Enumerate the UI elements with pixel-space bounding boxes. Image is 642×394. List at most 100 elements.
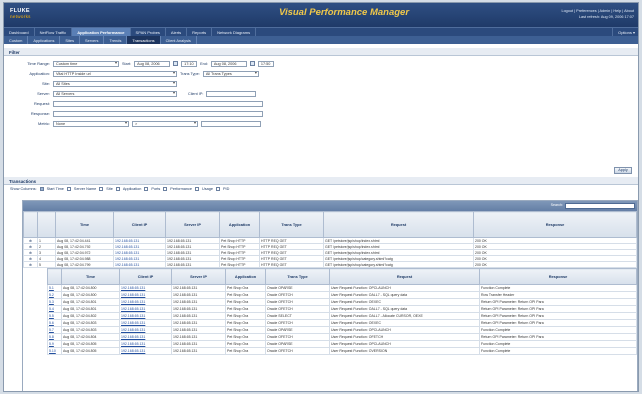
metric-operator-select[interactable]: >	[132, 120, 198, 127]
time-range-select[interactable]: Custom time	[53, 60, 119, 67]
col-checkbox-ports[interactable]	[144, 187, 149, 191]
nested-row-response: Function Complete	[479, 284, 637, 292]
header-time[interactable]: Time	[55, 211, 114, 238]
end-time-input[interactable]: 17:50	[257, 60, 274, 67]
nested-row-client-ip[interactable]: 192.168.65.131	[119, 312, 172, 320]
nested-row-time: Aug 08, 17:42:04.800	[61, 291, 120, 299]
nested-table-row[interactable]: 5.6 Aug 08, 17:42:04.803 192.168.65.131 192…	[47, 319, 637, 327]
client-ip-input[interactable]	[206, 90, 257, 97]
header-links[interactable]: Logout | Preferences | Admin | Help | Ab…	[561, 8, 634, 20]
start-date-input[interactable]: Aug 08, 2006	[134, 60, 171, 67]
col-checkbox-server-name[interactable]	[66, 187, 71, 191]
nested-row-response: Function Complete	[479, 326, 637, 334]
apply-button[interactable]: Apply	[614, 167, 632, 174]
application-label: Application:	[29, 71, 50, 76]
nested-header-application[interactable]: Application	[225, 268, 266, 285]
nested-row-application: Pet Shop Ora	[225, 291, 266, 299]
nested-header-server-ip[interactable]: Server IP	[171, 268, 226, 285]
nested-header-index	[47, 268, 62, 285]
nested-row-client-ip[interactable]: 192.168.65.131	[119, 305, 172, 313]
subtab-client-analysis[interactable]: Client Analysis	[161, 36, 197, 44]
nested-header-time[interactable]: Time	[61, 268, 120, 285]
nested-row-client-ip[interactable]: 192.168.65.131	[119, 333, 172, 341]
response-input[interactable]	[53, 110, 263, 117]
row-request: GET /petstore/jsp/shop/category.shtml?ca…	[323, 261, 474, 268]
nested-table-row[interactable]: 5.1 Aug 08, 17:42:04.800 192.168.65.131 192…	[47, 284, 637, 292]
nested-row-index[interactable]: 5.2	[47, 291, 62, 299]
subtab-custom[interactable]: Custom	[4, 36, 29, 44]
end-date-input[interactable]: Aug 08, 2006	[210, 60, 247, 67]
subtab-servers[interactable]: Servers	[80, 36, 105, 44]
nested-table-row[interactable]: 5.2 Aug 08, 17:42:04.800 192.168.65.131 192…	[47, 291, 637, 299]
nested-header-request[interactable]: Request	[329, 268, 480, 285]
nested-header-trans-type[interactable]: Trans Type	[265, 268, 330, 285]
subtab-transactions[interactable]: Transactions	[127, 36, 161, 44]
nested-row-client-ip[interactable]: 192.168.65.131	[119, 340, 172, 348]
nested-row-index[interactable]: 5.1	[47, 284, 62, 292]
col-checkbox-start-time[interactable]	[39, 187, 44, 191]
col-checkbox-site[interactable]	[99, 187, 104, 191]
subtab-sites[interactable]: Sites	[60, 36, 81, 44]
metric-row: Metric: None >	[10, 120, 261, 127]
header-client-ip[interactable]: Client IP	[113, 211, 166, 238]
header-response[interactable]: Response	[473, 211, 637, 238]
nested-row-index[interactable]: 5.7	[47, 326, 62, 334]
metric-value-input[interactable]	[201, 120, 261, 127]
end-calendar-icon[interactable]	[249, 61, 255, 66]
grid-search-label: Search:	[550, 203, 563, 207]
nested-header-response[interactable]: Response	[479, 268, 637, 285]
row-client-ip[interactable]: 192.168.65.131	[113, 261, 166, 268]
grid-toolbar: Search:	[23, 201, 637, 211]
nested-header-row: Time Client IP Server IP Application Tra…	[47, 268, 637, 285]
nested-row-response: Function Complete	[479, 340, 637, 348]
nested-row-client-ip[interactable]: 192.168.65.131	[119, 291, 172, 299]
start-time-input[interactable]: 17:10	[181, 60, 198, 67]
nested-row-index[interactable]: 5.6	[47, 319, 62, 327]
header-trans-type[interactable]: Trans Type	[259, 211, 324, 238]
nested-table-row[interactable]: 5.9 Aug 08, 17:42:04.805 192.168.65.131 192…	[47, 340, 637, 348]
grid-search-input[interactable]	[565, 203, 635, 209]
nested-row-client-ip[interactable]: 192.168.65.131	[119, 326, 172, 334]
nested-row-index[interactable]: 5.5	[47, 312, 62, 320]
nested-table-row[interactable]: 5.5 Aug 08, 17:42:04.802 192.168.65.131 192…	[47, 312, 637, 320]
metric-select[interactable]: None	[53, 120, 129, 127]
nested-row-client-ip[interactable]: 192.168.65.131	[119, 319, 172, 327]
header-server-ip[interactable]: Server IP	[165, 211, 220, 238]
nested-row-client-ip[interactable]: 192.168.65.131	[119, 284, 172, 292]
nested-row-index[interactable]: 5.8	[47, 333, 62, 341]
col-label-performance: Performance	[170, 187, 193, 191]
table-row[interactable]: ⊕ 5 Aug 08, 17:42:04.799 192.168.65.131 192.…	[23, 261, 637, 268]
subtab-trends[interactable]: Trends	[104, 36, 128, 44]
request-input[interactable]	[53, 100, 263, 107]
metric-label: Metric:	[38, 121, 50, 126]
nested-row-client-ip[interactable]: 192.168.65.131	[119, 347, 172, 355]
expand-icon[interactable]: ⊕	[23, 261, 38, 268]
nested-table-row[interactable]: 5.7 Aug 08, 17:42:04.803 192.168.65.131 192…	[47, 326, 637, 334]
site-select[interactable]: All Sites	[53, 80, 177, 87]
col-checkbox-performance[interactable]	[163, 187, 168, 191]
nested-table-row[interactable]: 5.8 Aug 08, 17:42:04.804 192.168.65.131 192…	[47, 333, 637, 341]
site-row: Site: All Sites	[10, 80, 177, 87]
nested-row-index[interactable]: 5.10	[47, 347, 62, 355]
server-select[interactable]: All Servers	[53, 90, 177, 97]
nested-header-client-ip[interactable]: Client IP	[119, 268, 172, 285]
nested-table-row[interactable]: 5.10 Aug 08, 17:42:04.805 192.168.65.131 19…	[47, 347, 637, 355]
fluke-logo: FLUKE networks	[10, 8, 31, 20]
trans-type-select[interactable]: All Trans Types	[202, 70, 259, 77]
nested-row-index[interactable]: 5.9	[47, 340, 62, 348]
subtab-applications[interactable]: Applications	[28, 36, 61, 44]
application-select[interactable]: Vital HTTP Inside url	[53, 70, 177, 77]
header-application[interactable]: Application	[219, 211, 260, 238]
col-checkbox-application[interactable]	[115, 187, 120, 191]
nested-transactions-body: 5.1 Aug 08, 17:42:04.800 192.168.65.131 192…	[47, 284, 637, 355]
nested-row-index[interactable]: 5.3	[47, 298, 62, 306]
header-request[interactable]: Request	[323, 211, 474, 238]
nested-row-index[interactable]: 5.4	[47, 305, 62, 313]
nested-row-application: Pet Shop Ora	[225, 312, 266, 320]
col-checkbox-pid[interactable]	[216, 187, 221, 191]
start-calendar-icon[interactable]	[173, 61, 179, 66]
nested-row-client-ip[interactable]: 192.168.65.131	[119, 298, 172, 306]
nested-table-row[interactable]: 5.4 Aug 08, 17:42:04.801 192.168.65.131 192…	[47, 305, 637, 313]
col-checkbox-usage[interactable]	[195, 187, 200, 191]
nested-table-row[interactable]: 5.3 Aug 08, 17:42:04.801 192.168.65.131 192…	[47, 298, 637, 306]
